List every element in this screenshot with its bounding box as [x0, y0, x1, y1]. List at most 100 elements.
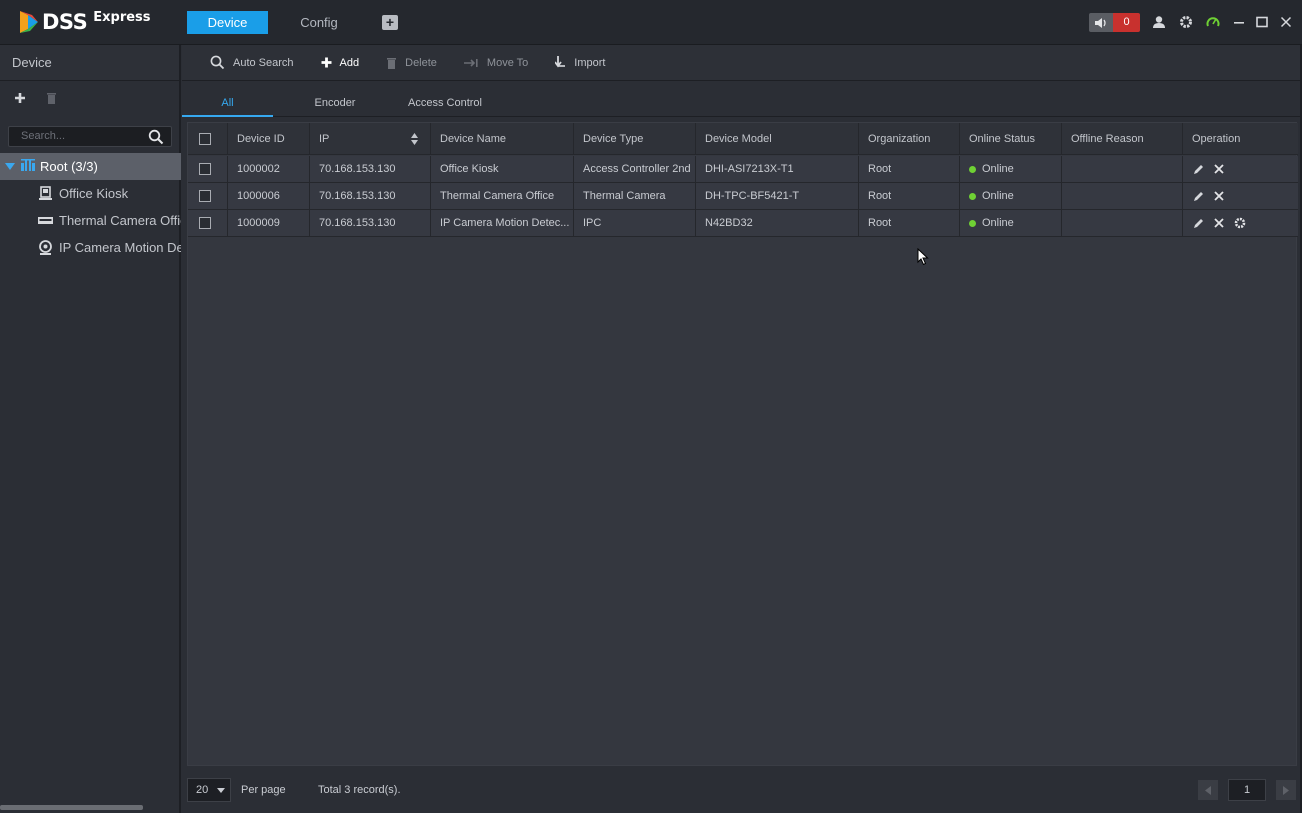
- row-checkbox[interactable]: [199, 190, 211, 202]
- tree-item-thermal-camera[interactable]: Thermal Camera Office: [38, 207, 181, 234]
- alarm-indicator[interactable]: 0: [1089, 13, 1140, 32]
- app-logo: DSS Express: [18, 8, 151, 36]
- prev-page-button[interactable]: [1198, 780, 1218, 800]
- minimize-icon[interactable]: [1231, 14, 1247, 30]
- add-tab-button[interactable]: +: [382, 15, 398, 30]
- subtab-all[interactable]: All: [182, 81, 273, 117]
- next-page-button[interactable]: [1276, 780, 1296, 800]
- move-to-button[interactable]: Move To: [463, 57, 528, 69]
- search-icon[interactable]: [148, 129, 164, 145]
- alarm-count: 0: [1113, 13, 1140, 32]
- cell-device-type: Access Controller 2nd: [574, 156, 696, 182]
- cell-ip: 70.168.153.130: [310, 156, 431, 182]
- tree-item-label: Office Kiosk: [59, 186, 129, 201]
- cell-device-name: IP Camera Motion Detec...: [431, 210, 574, 236]
- performance-gauge-icon[interactable]: [1205, 14, 1221, 30]
- user-icon[interactable]: [1151, 14, 1167, 30]
- column-header-online-status[interactable]: Online Status: [960, 123, 1062, 154]
- import-button[interactable]: Import: [555, 56, 605, 69]
- cell-operation: [1183, 183, 1298, 209]
- tab-device[interactable]: Device: [187, 11, 268, 34]
- cell-organization: Root: [859, 183, 960, 209]
- cell-ip: 70.168.153.130: [310, 210, 431, 236]
- delete-icon[interactable]: [1213, 217, 1225, 229]
- add-organization-icon[interactable]: [14, 92, 26, 107]
- thermal-camera-icon: [38, 213, 53, 228]
- edit-icon[interactable]: [1192, 190, 1204, 202]
- cell-device-model: N42BD32: [696, 210, 859, 236]
- per-page-select[interactable]: 20: [187, 778, 231, 802]
- move-arrow-icon: [463, 58, 478, 67]
- title-bar: DSS Express Device Config + 0: [0, 0, 1302, 45]
- speaker-icon: [1089, 13, 1113, 32]
- auto-search-button[interactable]: Auto Search: [210, 55, 294, 70]
- cell-organization: Root: [859, 156, 960, 182]
- table-row[interactable]: 1000002 70.168.153.130 Office Kiosk Acce…: [188, 156, 1298, 183]
- mouse-cursor-icon: [917, 247, 929, 269]
- add-label: Add: [339, 56, 360, 69]
- table-row[interactable]: 1000009 70.168.153.130 IP Camera Motion …: [188, 210, 1298, 237]
- sort-icon[interactable]: [411, 133, 418, 148]
- app-window: DSS Express Device Config + 0 Device Sea…: [0, 0, 1302, 813]
- cell-ip: 70.168.153.130: [310, 183, 431, 209]
- per-page-label: Per page: [241, 784, 286, 796]
- tree-search-input[interactable]: Search...: [8, 126, 172, 147]
- column-header-ip[interactable]: IP: [310, 123, 431, 154]
- cell-offline-reason: [1062, 183, 1183, 209]
- gear-icon[interactable]: [1178, 14, 1194, 30]
- trash-icon: [387, 57, 397, 69]
- tree-root-label: Root (3/3): [40, 159, 98, 174]
- close-icon[interactable]: [1278, 14, 1294, 30]
- horizontal-scrollbar[interactable]: [0, 805, 143, 810]
- pagination-bar: 20 Per page Total 3 record(s). 1: [182, 768, 1302, 813]
- subtab-encoder[interactable]: Encoder: [295, 81, 375, 117]
- edit-icon[interactable]: [1192, 163, 1204, 175]
- tree-item-ip-camera[interactable]: IP Camera Motion Detection: [38, 234, 181, 261]
- logo-text: DSS: [42, 10, 88, 34]
- device-table: Device ID IP Device Name Device Type Dev…: [187, 122, 1298, 766]
- tree-item-office-kiosk[interactable]: Office Kiosk: [38, 180, 181, 207]
- column-header-device-type[interactable]: Device Type: [574, 123, 696, 154]
- tree-item-label: Thermal Camera Office: [59, 213, 181, 228]
- column-header-offline-reason[interactable]: Offline Reason: [1062, 123, 1183, 154]
- column-header-device-model[interactable]: Device Model: [696, 123, 859, 154]
- column-header-device-name[interactable]: Device Name: [431, 123, 574, 154]
- cell-organization: Root: [859, 210, 960, 236]
- column-header-organization[interactable]: Organization: [859, 123, 960, 154]
- delete-button[interactable]: Delete: [386, 57, 437, 69]
- table-header-row: Device ID IP Device Name Device Type Dev…: [188, 123, 1298, 155]
- trash-icon[interactable]: [46, 92, 57, 107]
- row-checkbox[interactable]: [199, 217, 211, 229]
- select-all-checkbox[interactable]: [199, 132, 211, 145]
- page-number-input[interactable]: 1: [1228, 779, 1266, 801]
- device-config-gear-icon[interactable]: [1234, 217, 1246, 229]
- edit-icon[interactable]: [1192, 217, 1204, 229]
- tree-root-node[interactable]: Root (3/3): [0, 153, 181, 180]
- panel-title: Device: [0, 45, 179, 81]
- add-device-button[interactable]: Add: [321, 56, 360, 69]
- row-checkbox[interactable]: [199, 163, 211, 175]
- search-placeholder: Search...: [21, 130, 66, 142]
- cell-online-status: Online: [960, 183, 1062, 209]
- plus-icon: [321, 57, 332, 68]
- organization-icon: [21, 159, 35, 174]
- column-header-device-id[interactable]: Device ID: [228, 123, 310, 154]
- subtab-access-control[interactable]: Access Control: [398, 81, 492, 117]
- row-select-cell: [188, 210, 228, 236]
- logo-subtitle: Express: [93, 9, 151, 25]
- delete-icon[interactable]: [1213, 163, 1225, 175]
- table-row[interactable]: 1000006 70.168.153.130 Thermal Camera Of…: [188, 183, 1298, 210]
- maximize-icon[interactable]: [1254, 14, 1270, 30]
- delete-label: Delete: [405, 56, 437, 69]
- expand-caret-icon[interactable]: [5, 159, 15, 174]
- chevron-left-icon: [1205, 785, 1211, 795]
- cell-online-status: Online: [960, 156, 1062, 182]
- device-type-tabs: All Encoder Access Control: [182, 81, 1302, 117]
- tab-config[interactable]: Config: [281, 11, 357, 34]
- cell-offline-reason: [1062, 156, 1183, 182]
- delete-icon[interactable]: [1213, 190, 1225, 202]
- chevron-right-icon: [1283, 785, 1289, 795]
- online-status-label: Online: [982, 190, 1014, 202]
- cell-offline-reason: [1062, 210, 1183, 236]
- import-label: Import: [574, 56, 606, 69]
